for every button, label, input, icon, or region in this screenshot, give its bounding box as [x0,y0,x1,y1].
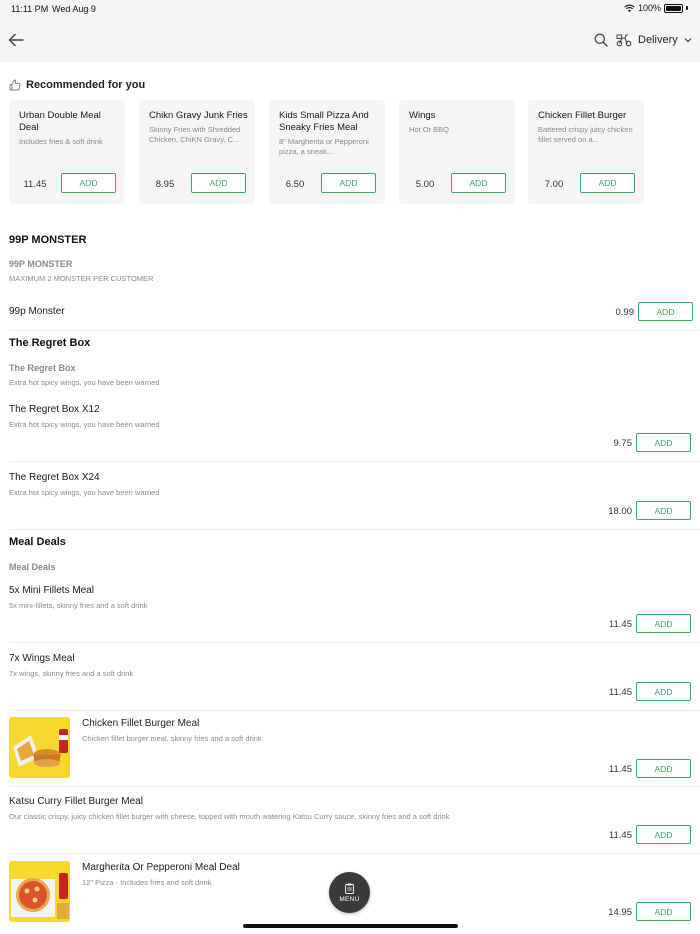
delivery-label: Delivery [638,34,678,46]
menu-item-price: 9.75 [613,438,633,449]
status-indicators: 100% [624,3,688,13]
delivery-scooter-icon [616,34,632,47]
menu-item-name[interactable]: The Regret Box X24 [9,472,100,483]
menu-item-price: 18.00 [608,506,632,517]
menu-item-name[interactable]: 7x Wings Meal [9,653,75,664]
menu-item-name[interactable]: 99p Monster [9,306,65,317]
menu-item-price: 11.45 [608,687,632,698]
recommended-item-desc: 8" Margherita or Pepperoni pizza, a snea… [279,137,369,156]
divider [9,853,700,854]
divider [9,642,700,643]
recommended-card[interactable]: Urban Double Meal Deal Includes fries & … [9,100,125,204]
recommended-item-name: Chicken Fillet Burger [538,110,627,121]
menu-item-desc: Our classic crispy, juicy chicken fillet… [9,812,450,821]
subcategory-title: 99P MONSTER [9,259,73,269]
home-indicator[interactable] [243,924,458,928]
recommended-item-name: Wings [409,110,436,121]
menu-item-price: 14.95 [608,907,632,918]
recommended-item-desc: Hot Or BBQ [409,125,450,134]
recommended-item-name: Chikn Gravy Junk Fries [149,110,248,121]
subcategory-desc: Extra hot spicy wings, you have been war… [9,378,160,387]
recommended-item-name: Urban Double Meal Deal [19,110,101,133]
back-arrow-icon [8,33,24,47]
add-button[interactable]: ADD [580,173,635,193]
item-photo-pizza-meal [9,861,70,922]
wifi-icon [624,4,635,12]
recommended-item-desc: Battered crispy juicy chicken fillet ser… [538,125,633,144]
search-button[interactable] [593,32,609,48]
menu-item-name[interactable]: Chicken Fillet Burger Meal [82,718,199,729]
menu-item-price: 0.99 [615,307,635,318]
delivery-mode-selector[interactable]: Delivery [616,30,692,50]
status-date: Wed Aug 9 [52,4,96,14]
burger-meal-illustration [9,717,70,778]
section-title-monster: 99P MONSTER [9,234,87,246]
recommended-heading: Recommended for you [9,79,145,91]
menu-item-desc: 12" Pizza - Includes fries and soft drin… [82,878,212,887]
section-title-meal-deals: Meal Deals [9,536,66,548]
divider [9,330,700,331]
recommended-item-price: 6.50 [285,179,305,190]
status-time: 11:11 PM [11,4,49,14]
chevron-down-icon [684,38,692,43]
add-button[interactable]: ADD [191,173,246,193]
battery-percent: 100% [637,3,661,13]
divider [9,786,700,787]
divider [9,529,700,530]
add-button[interactable]: ADD [636,501,691,520]
recommended-item-price: 7.00 [544,179,564,190]
top-nav-bar: Delivery [0,18,700,62]
add-button[interactable]: ADD [451,173,506,193]
search-icon [594,33,608,47]
add-button[interactable]: ADD [321,173,376,193]
recommended-item-price: 11.45 [23,179,47,190]
menu-item-price: 11.45 [608,830,632,841]
recommended-card[interactable]: Chikn Gravy Junk Fries Skinny Fries with… [139,100,255,204]
recommended-item-price: 8.95 [155,179,175,190]
add-button[interactable]: ADD [636,902,691,921]
recommended-card[interactable]: Kids Small Pizza And Sneaky Fries Meal 8… [269,100,385,204]
menu-button-label: MENU [339,895,360,903]
recommended-card[interactable]: Chicken Fillet Burger Battered crispy ju… [528,100,644,204]
menu-button[interactable]: MENU [329,872,370,913]
recommended-title: Recommended for you [26,79,146,91]
add-button[interactable]: ADD [636,759,691,778]
add-button[interactable]: ADD [636,433,691,452]
menu-item-desc: Extra hot spicy wings, you have been war… [9,420,160,429]
add-button[interactable]: ADD [638,302,693,321]
menu-item-desc: Chicken fillet burger meal, skinny fries… [82,734,262,743]
thumbs-up-icon [9,79,21,91]
status-bar: 11:11 PM Wed Aug 9 100% [0,0,700,18]
menu-item-name[interactable]: Katsu Curry Fillet Burger Meal [9,796,143,807]
subcategory-title: The Regret Box [9,363,76,373]
battery-cap [686,6,688,10]
menu-item-name[interactable]: Margherita Or Pepperoni Meal Deal [82,862,240,873]
menu-item-price: 11.45 [608,619,632,630]
menu-item-name[interactable]: The Regret Box X12 [9,404,100,415]
menu-item-name[interactable]: 5x Mini Fillets Meal [9,585,94,596]
divider [9,710,700,711]
recommended-item-desc: Includes fries & soft drink [19,137,103,146]
section-title-regret-box: The Regret Box [9,337,91,349]
item-photo-burger-meal [9,717,70,778]
menu-item-price: 11.45 [608,764,632,775]
recommended-item-desc: Skinny Fries with Shredded Chicken, ChiK… [149,125,241,144]
recommended-item-price: 5.00 [415,179,435,190]
menu-item-desc: Extra hot spicy wings, you have been war… [9,488,160,497]
menu-item-desc: 5x mini-fillets, skinny fries and a soft… [9,601,148,610]
menu-clipboard-icon [345,883,354,894]
battery-icon [664,3,683,13]
divider [9,461,700,462]
menu-item-desc: 7x wings, skinny fries and a soft drink [9,669,134,678]
subcategory-desc: MAXIMUM 2 MONSTER PER CUSTOMER [9,274,154,283]
recommended-item-name: Kids Small Pizza And Sneaky Fries Meal [279,110,369,133]
add-button[interactable]: ADD [636,614,691,633]
subcategory-title: Meal Deals [9,562,56,572]
add-button[interactable]: ADD [61,173,116,193]
back-button[interactable] [6,30,26,50]
pizza-meal-illustration [9,861,70,922]
add-button[interactable]: ADD [636,682,691,701]
recommended-card[interactable]: Wings Hot Or BBQ 5.00 ADD [399,100,515,204]
add-button[interactable]: ADD [636,825,691,844]
